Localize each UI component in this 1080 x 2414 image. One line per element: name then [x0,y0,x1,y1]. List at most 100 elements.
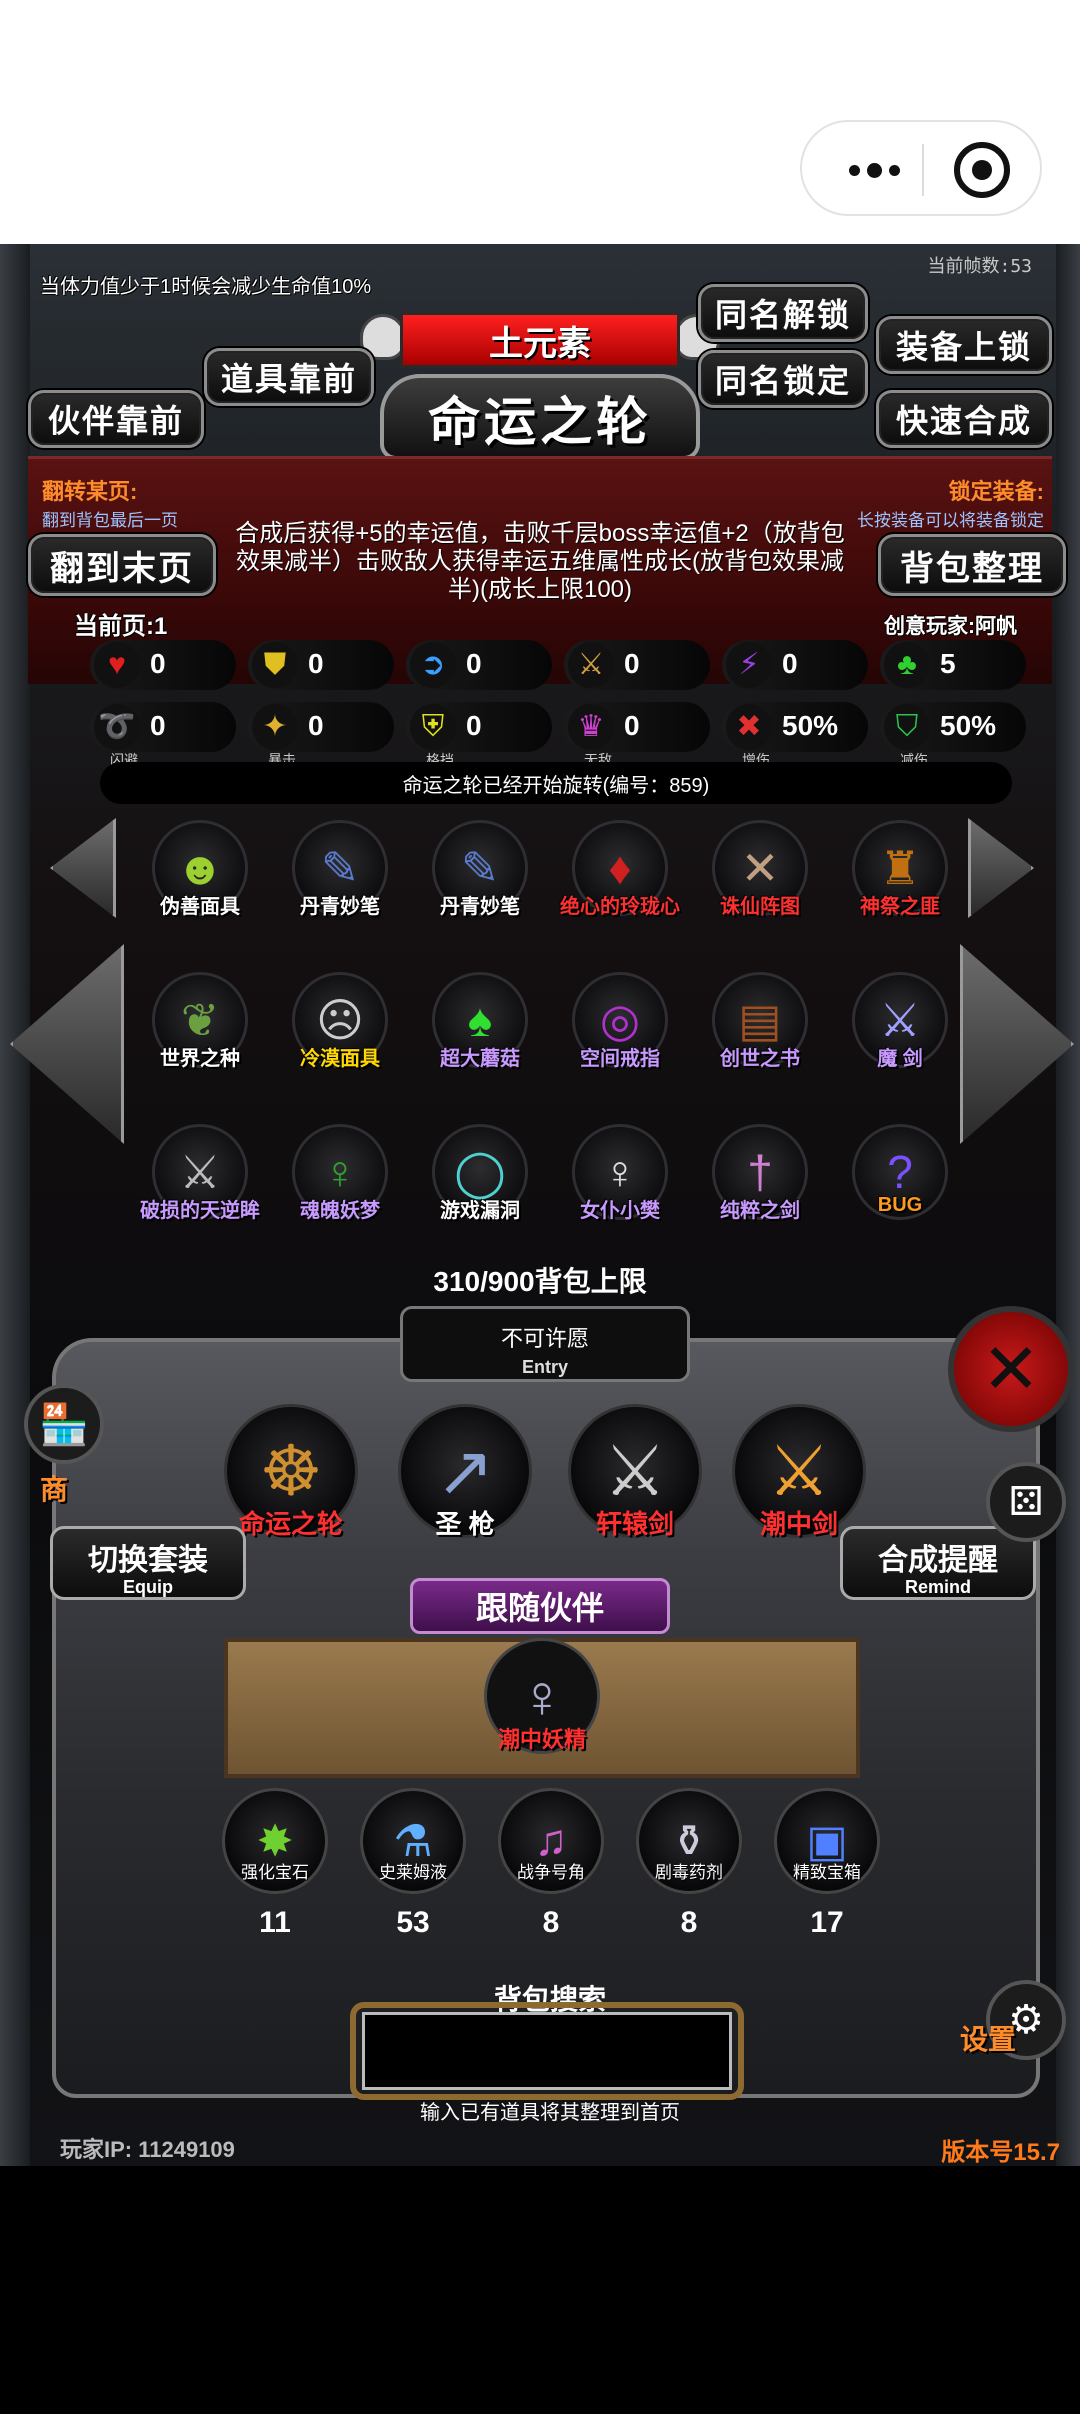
more-icon[interactable] [834,150,914,190]
prev-page-small-arrow-icon[interactable] [50,818,116,918]
shop-icon[interactable]: 🏪 [24,1384,104,1464]
mat-name: 剧毒药剂 [655,1863,723,1882]
item-name: 女仆小樊 [580,1200,660,1222]
next-page-small-arrow-icon[interactable] [968,818,1034,918]
material-slot[interactable]: ♫ 战争号角 8 [492,1788,610,1948]
item-glyph: ◎ [599,994,641,1046]
bag-item[interactable]: † 纯粹之剑 [700,1124,820,1224]
bag-item[interactable]: ◎ 空间戒指 [560,972,680,1072]
same-name-unlock-button[interactable]: 同名解锁 [698,284,868,342]
mini-program-topbar [0,0,1080,244]
lock-equip-title: 锁定装备: [948,479,1044,504]
item-name: 魂魄妖梦 [300,1200,380,1222]
creator-label: 创意玩家:阿帆 [884,615,1017,638]
merge-remind-label: 合成提醒 [878,1544,998,1577]
damage-up-icon: ✖ [726,704,772,750]
stat-crit: ✦ 0 暴击 [248,702,394,768]
item-glyph: ✎ [460,842,500,894]
material-slot[interactable]: ▣ 精致宝箱 17 [768,1788,886,1948]
equipped-slot[interactable]: ⚔ 轩辕剑 [560,1404,710,1554]
stat-block: ⛨ 0 格挡 [406,702,552,768]
item-glyph: ✎ [320,842,360,894]
partner-front-button[interactable]: 伙伴靠前 [28,390,204,448]
bag-item[interactable]: ✎ 丹青妙笔 [280,820,400,920]
bag-item[interactable]: ♦ 绝心的玲珑心 [560,820,680,920]
entry-label: Entry [521,1357,568,1377]
mat-name: 史莱姆液 [379,1863,447,1882]
player-ip: 玩家IP: 11249109 [60,2137,235,2162]
current-page: 当前页:1 [74,613,168,640]
bag-item[interactable]: ⚔ 魔 剑 [840,972,960,1072]
item-glyph: ♀ [322,1146,358,1198]
bag-item[interactable]: ✎ 丹青妙笔 [420,820,540,920]
bag-item[interactable]: ☹ 冷漠面具 [280,972,400,1072]
fps-counter: 当前帧数:53 [927,256,1032,277]
game-screen: 当体力值少于1时候会减少生命值10% 当前帧数:53 土元素 命运之轮 同名解锁… [0,244,1080,2166]
stat-value: 0 [782,648,798,679]
quick-merge-button[interactable]: 快速合成 [876,390,1052,448]
flip-page-title: 翻转某页: [42,479,138,504]
stat-glyph: ⛊ [263,648,287,681]
sort-bag-button[interactable]: 背包整理 [878,534,1066,596]
item-name: 空间戒指 [580,1048,660,1070]
entry-slot[interactable]: 不可许愿 Entry [400,1306,690,1382]
stat-lightning: ⚡ 0 [722,640,868,690]
stat-value: 50% [940,710,997,741]
bag-item[interactable]: ▤ 创世之书 [700,972,820,1072]
bag-item[interactable]: ☻ 伪善面具 [140,820,260,920]
bag-item[interactable]: ✕ 诛仙阵图 [700,820,820,920]
equipped-slot[interactable]: ↗ 圣 枪 [390,1404,540,1554]
stat-glyph: ⚔ [577,648,605,681]
item-glyph: ♠ [467,994,493,1046]
stat-value: 0 [466,648,482,679]
equip-glyph: ⚔ [767,1432,831,1510]
equip-lock-button[interactable]: 装备上锁 [876,316,1052,374]
merge-remind-sub: Remind [904,1577,971,1597]
item-description: 合成后获得+5的幸运值，击败千层boss幸运值+2（放背包效果减半）击败敌人获得… [235,520,845,603]
item-name: BUG [877,1194,923,1216]
close-icon[interactable]: ✕ [948,1306,1074,1432]
bag-item[interactable]: ♠ 超大蘑菇 [420,972,540,1072]
stamina-warning: 当体力值少于1时候会减少生命值10% [40,276,372,298]
bottom-area [0,2166,1080,2414]
bag-item[interactable]: ⚔ 破损的天逆眸 [140,1124,260,1224]
follow-partner-label: 跟随伙伴 [410,1578,670,1634]
stat-speed: ➲ 0 [406,640,552,690]
mat-name: 强化宝石 [241,1863,309,1882]
stat-value: 0 [308,648,324,679]
stat-value: 0 [150,710,166,741]
material-slot[interactable]: ⚗ 史莱姆液 53 [354,1788,472,1948]
material-slot[interactable]: ⚱ 剧毒药剂 8 [630,1788,748,1948]
crit-icon: ✦ [252,704,298,750]
switch-equip-sub: Equip [123,1577,173,1597]
bag-item[interactable]: ? BUG [840,1124,960,1224]
same-name-lock-button[interactable]: 同名锁定 [698,350,868,408]
dodge-icon: ➰ [94,704,140,750]
goto-last-page-button[interactable]: 翻到末页 [28,534,216,596]
item-name: 冷漠面具 [300,1048,380,1070]
bag-item[interactable]: ♜ 神祭之匪 [840,820,960,920]
close-program-icon[interactable] [954,142,1010,198]
bag-item[interactable]: ♀ 魂魄妖梦 [280,1124,400,1224]
switch-equip-button[interactable]: 切换套装 Equip [50,1526,246,1600]
stat-glyph: ➰ [98,710,136,743]
item-front-button[interactable]: 道具靠前 [204,348,374,406]
dice-icon[interactable]: ⚄ [986,1462,1066,1542]
item-glyph: ✕ [740,842,780,894]
stat-glyph: ♥ [108,648,126,681]
damage-reduce-icon: ⛉ [884,704,930,750]
item-glyph: ♀ [602,1146,638,1198]
stat-armor: ⛊ 0 [248,640,394,690]
mat-name: 战争号角 [517,1863,585,1882]
item-name: 绝心的玲珑心 [560,896,680,918]
bag-search-input[interactable] [362,2012,732,2090]
bag-item[interactable]: ♀ 女仆小樊 [560,1124,680,1224]
companion-glyph: ♀ [519,1662,565,1730]
bag-item[interactable]: ◯ 游戏漏洞 [420,1124,540,1224]
item-glyph: ⚔ [179,1146,221,1198]
item-name: 创世之书 [720,1048,800,1070]
bag-item[interactable]: ❦ 世界之种 [140,972,260,1072]
stat-glyph: ⚡ [738,648,760,681]
material-slot[interactable]: ✸ 强化宝石 11 [216,1788,334,1948]
stat-attack: ⚔ 0 [564,640,710,690]
